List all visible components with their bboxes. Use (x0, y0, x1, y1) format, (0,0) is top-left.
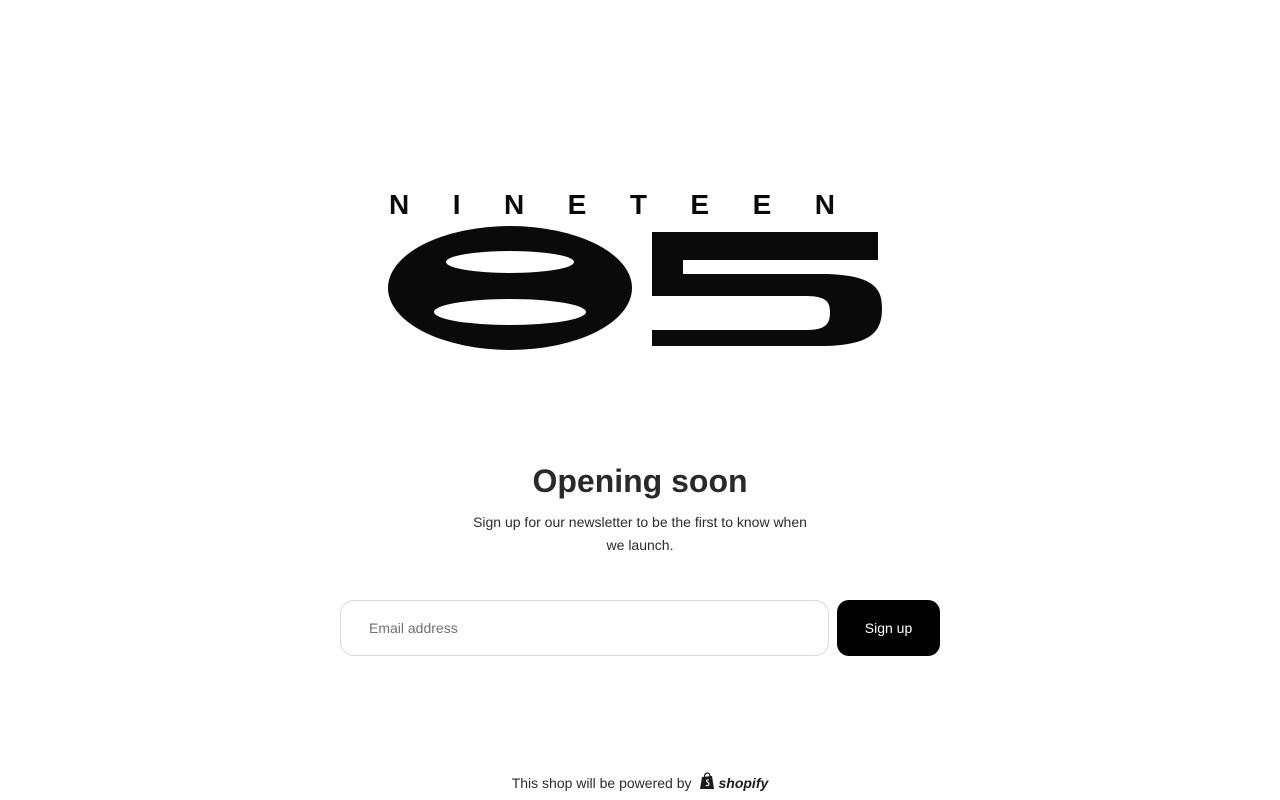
logo-number (388, 226, 882, 350)
shopify-label: shopify (718, 774, 769, 791)
shopify-link[interactable]: shopify (699, 772, 768, 793)
page-title: Opening soon (532, 463, 748, 499)
footer-text: This shop will be powered by (511, 774, 692, 791)
page: NINETEEN Opening soon Sign up for our ne… (0, 0, 1280, 800)
footer: This shop will be powered by shopify (0, 772, 1280, 793)
newsletter-form: Sign up (340, 600, 940, 656)
logo-top-text: NINETEEN (389, 190, 879, 220)
page-subtitle: Sign up for our newsletter to be the fir… (473, 514, 807, 553)
svg-text:NINETEEN: NINETEEN (389, 190, 879, 220)
email-input[interactable] (340, 600, 829, 656)
brand-logo: NINETEEN (386, 190, 882, 354)
signup-button[interactable]: Sign up (837, 600, 940, 656)
shopify-bag-icon (699, 772, 715, 793)
